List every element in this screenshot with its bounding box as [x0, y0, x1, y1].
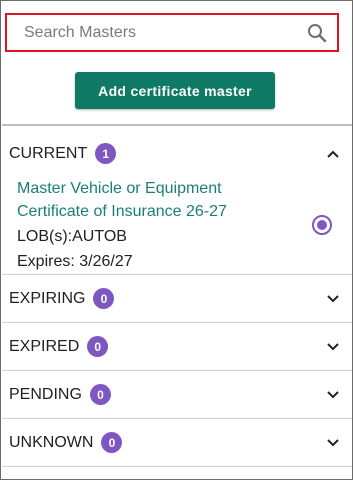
section-current-count-badge: 1 [95, 143, 117, 164]
search-input[interactable] [7, 15, 305, 50]
divider [2, 124, 352, 126]
select-radio[interactable] [312, 215, 332, 235]
chevron-down-icon[interactable] [326, 342, 340, 352]
masters-panel: Add certificate master CURRENT 1 Master … [0, 0, 353, 480]
certificate-lob: LOB(s):AUTOB [17, 228, 127, 245]
chevron-down-icon[interactable] [326, 390, 340, 400]
section-expiring-count-badge: 0 [93, 288, 115, 309]
chevron-down-icon[interactable] [326, 438, 340, 448]
search-icon[interactable] [305, 21, 329, 45]
certificate-expiration: Expires: 3/26/27 [17, 253, 133, 270]
section-unknown-header[interactable]: UNKNOWN 0 [2, 419, 352, 466]
section-expiring-label: EXPIRING [9, 289, 86, 307]
chevron-down-icon[interactable] [326, 294, 340, 304]
section-expiring-header[interactable]: EXPIRING 0 [2, 275, 352, 322]
section-current-header[interactable]: CURRENT 1 [2, 130, 352, 177]
search-box[interactable] [5, 13, 339, 52]
divider [2, 466, 352, 467]
add-certificate-master-button[interactable]: Add certificate master [75, 72, 275, 109]
radio-selected-dot [317, 220, 327, 230]
section-expired-header[interactable]: EXPIRED 0 [2, 323, 352, 370]
section-unknown-count-badge: 0 [101, 432, 123, 453]
section-current-label: CURRENT [9, 144, 88, 162]
section-unknown-label: UNKNOWN [9, 433, 94, 451]
section-expired-label: EXPIRED [9, 337, 80, 355]
section-expired-count-badge: 0 [87, 336, 109, 357]
section-pending-count-badge: 0 [89, 384, 111, 405]
chevron-up-icon[interactable] [326, 149, 340, 159]
section-pending-label: PENDING [9, 385, 82, 403]
certificate-title-link[interactable]: Master Vehicle or Equipment Certificate … [17, 177, 297, 223]
list-item-current-certificate[interactable]: Master Vehicle or Equipment Certificate … [2, 177, 352, 273]
section-pending-header[interactable]: PENDING 0 [2, 371, 352, 418]
